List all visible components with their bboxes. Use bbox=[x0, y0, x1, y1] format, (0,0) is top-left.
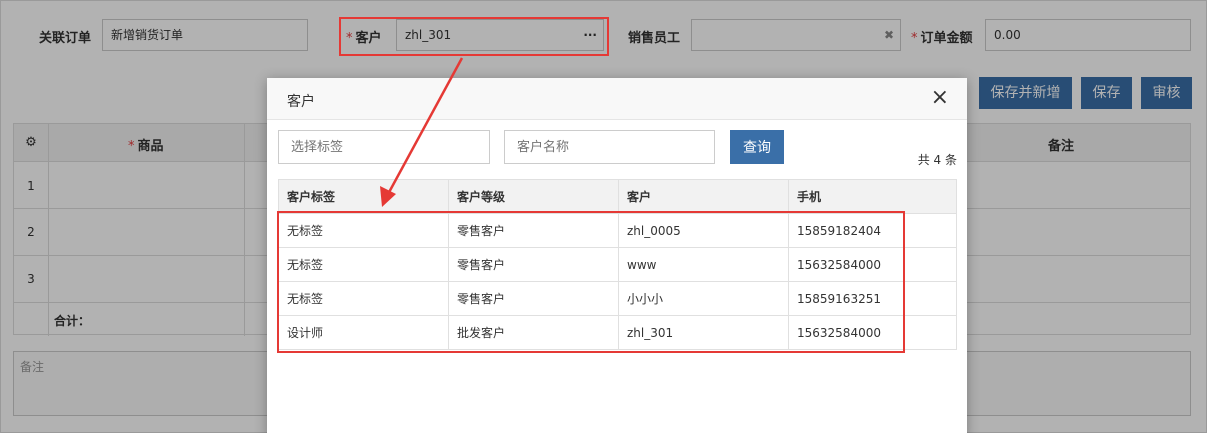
table-cell: 15859163251 bbox=[788, 281, 957, 316]
table-cell: 无标签 bbox=[278, 281, 449, 316]
column-header: 手机 bbox=[788, 179, 957, 214]
table-row[interactable]: 无标签 零售客户 www 15632584000 bbox=[278, 247, 957, 282]
column-header: 客户等级 bbox=[448, 179, 619, 214]
dialog-header: 客户 × bbox=[267, 78, 967, 120]
close-icon[interactable]: × bbox=[931, 86, 949, 110]
table-cell: www bbox=[618, 247, 789, 282]
table-cell: 小小小 bbox=[618, 281, 789, 316]
dialog-title: 客户 bbox=[287, 94, 315, 110]
customer-table: 客户标签 客户等级 客户 手机 无标签 零售客户 zhl_0005 158591… bbox=[278, 179, 957, 350]
table-cell: 15859182404 bbox=[788, 213, 957, 248]
column-header: 客户 bbox=[618, 179, 789, 214]
table-cell: 15632584000 bbox=[788, 247, 957, 282]
table-row[interactable]: 无标签 零售客户 小小小 15859163251 bbox=[278, 281, 957, 316]
customer-name-input[interactable] bbox=[504, 130, 715, 164]
table-cell: 无标签 bbox=[278, 247, 449, 282]
table-cell: 零售客户 bbox=[448, 281, 619, 316]
table-cell: 零售客户 bbox=[448, 213, 619, 248]
table-cell: zhl_0005 bbox=[618, 213, 789, 248]
table-cell: 无标签 bbox=[278, 213, 449, 248]
customer-picker-dialog: 客户 × 查询 共 4 条 客户标签 客户等级 客户 手机 无标签 零售客户 z… bbox=[267, 78, 967, 433]
table-cell: 零售客户 bbox=[448, 247, 619, 282]
column-header: 客户标签 bbox=[278, 179, 449, 214]
table-header-row: 客户标签 客户等级 客户 手机 bbox=[278, 179, 957, 214]
table-cell: 批发客户 bbox=[448, 315, 619, 350]
table-cell: 设计师 bbox=[278, 315, 449, 350]
tag-filter-input[interactable] bbox=[278, 130, 490, 164]
table-row[interactable]: 无标签 零售客户 zhl_0005 15859182404 bbox=[278, 213, 957, 248]
table-cell: zhl_301 bbox=[618, 315, 789, 350]
record-count: 共 4 条 bbox=[917, 153, 957, 167]
table-row[interactable]: 设计师 批发客户 zhl_301 15632584000 bbox=[278, 315, 957, 350]
query-button[interactable]: 查询 bbox=[730, 130, 784, 164]
table-cell: 15632584000 bbox=[788, 315, 957, 350]
